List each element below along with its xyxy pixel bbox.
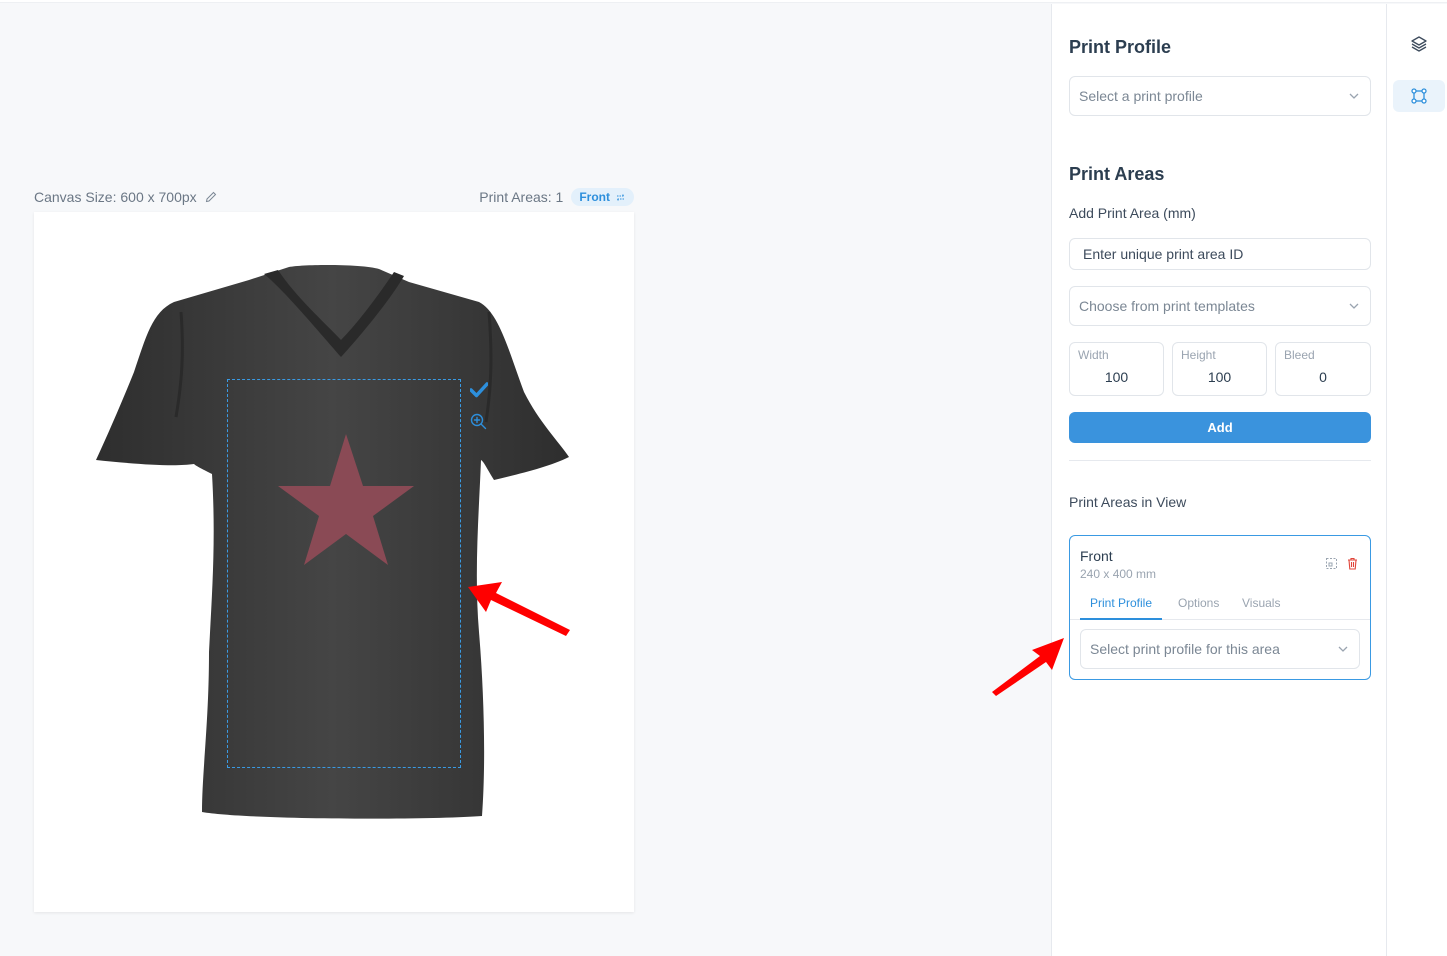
add-print-area-label: Add Print Area (mm) [1069,205,1196,221]
print-profile-select[interactable]: Select a print profile [1069,76,1371,116]
canvas-size-label: Canvas Size: 600 x 700px [34,189,197,205]
width-field[interactable]: Width 100 [1069,342,1164,396]
bleed-field-value: 0 [1319,369,1327,385]
bleed-field-label: Bleed [1284,348,1315,362]
canvas-meta-bar: Canvas Size: 600 x 700px Print Areas: 1 … [34,188,634,208]
print-template-select-value: Choose from print templates [1079,298,1255,314]
tab-options[interactable]: Options [1178,596,1219,620]
add-button[interactable]: Add [1069,412,1371,443]
print-area-frame[interactable] [227,379,461,768]
print-area-card-size: 240 x 400 mm [1080,567,1157,581]
print-areas-count-label: Print Areas: 1 [479,189,564,205]
print-area-id-input[interactable]: Enter unique print area ID [1069,238,1371,270]
print-profile-heading: Print Profile [1069,37,1172,57]
pencil-icon[interactable] [205,191,217,203]
top-border [0,0,1447,3]
tab-visuals[interactable]: Visuals [1242,596,1280,620]
print-area-card-tabs: Print Profile Options Visuals [1070,596,1370,620]
area-profile-select-value: Select print profile for this area [1090,641,1280,657]
print-area-tool-button[interactable] [1393,80,1445,112]
height-field[interactable]: Height 100 [1172,342,1267,396]
active-area-badge-label: Front [579,190,610,204]
print-areas-count: Print Areas: 1 Front [479,188,634,206]
print-area-card-title: Front [1080,548,1113,564]
annotation-arrow-right [992,638,1064,696]
divider [1069,460,1371,461]
chevron-down-icon [1349,93,1359,99]
print-area-icon [1411,88,1427,104]
height-field-value: 100 [1207,369,1232,385]
layers-icon [1411,36,1427,52]
check-icon[interactable] [470,382,488,398]
annotation-arrow-left [468,582,570,636]
print-template-select[interactable]: Choose from print templates [1069,286,1371,326]
chevron-down-icon [1338,646,1348,652]
settings-panel: Print Profile Select a print profile Pri… [1051,4,1387,956]
width-field-label: Width [1078,348,1109,362]
layers-button[interactable] [1393,28,1445,60]
swap-icon [615,193,626,201]
width-field-value: 100 [1104,369,1129,385]
bleed-field[interactable]: Bleed 0 [1275,342,1371,396]
tool-rail [1387,4,1447,956]
active-area-badge[interactable]: Front [571,188,634,206]
area-profile-select[interactable]: Select print profile for this area [1080,629,1360,669]
height-field-label: Height [1181,348,1216,362]
print-area-card[interactable]: Front 240 x 400 mm Print Profile Options… [1069,535,1371,680]
trash-icon[interactable] [1347,557,1358,570]
select-area-icon[interactable] [1326,558,1337,569]
zoom-in-icon[interactable] [470,413,487,430]
print-areas-heading: Print Areas [1069,164,1165,184]
tab-print-profile[interactable]: Print Profile [1080,596,1163,620]
print-area-id-placeholder: Enter unique print area ID [1083,246,1244,262]
design-canvas[interactable] [34,212,634,912]
print-profile-select-value: Select a print profile [1079,88,1203,104]
canvas-size: Canvas Size: 600 x 700px [34,189,217,205]
chevron-down-icon [1349,303,1359,309]
areas-in-view-label: Print Areas in View [1069,494,1187,510]
